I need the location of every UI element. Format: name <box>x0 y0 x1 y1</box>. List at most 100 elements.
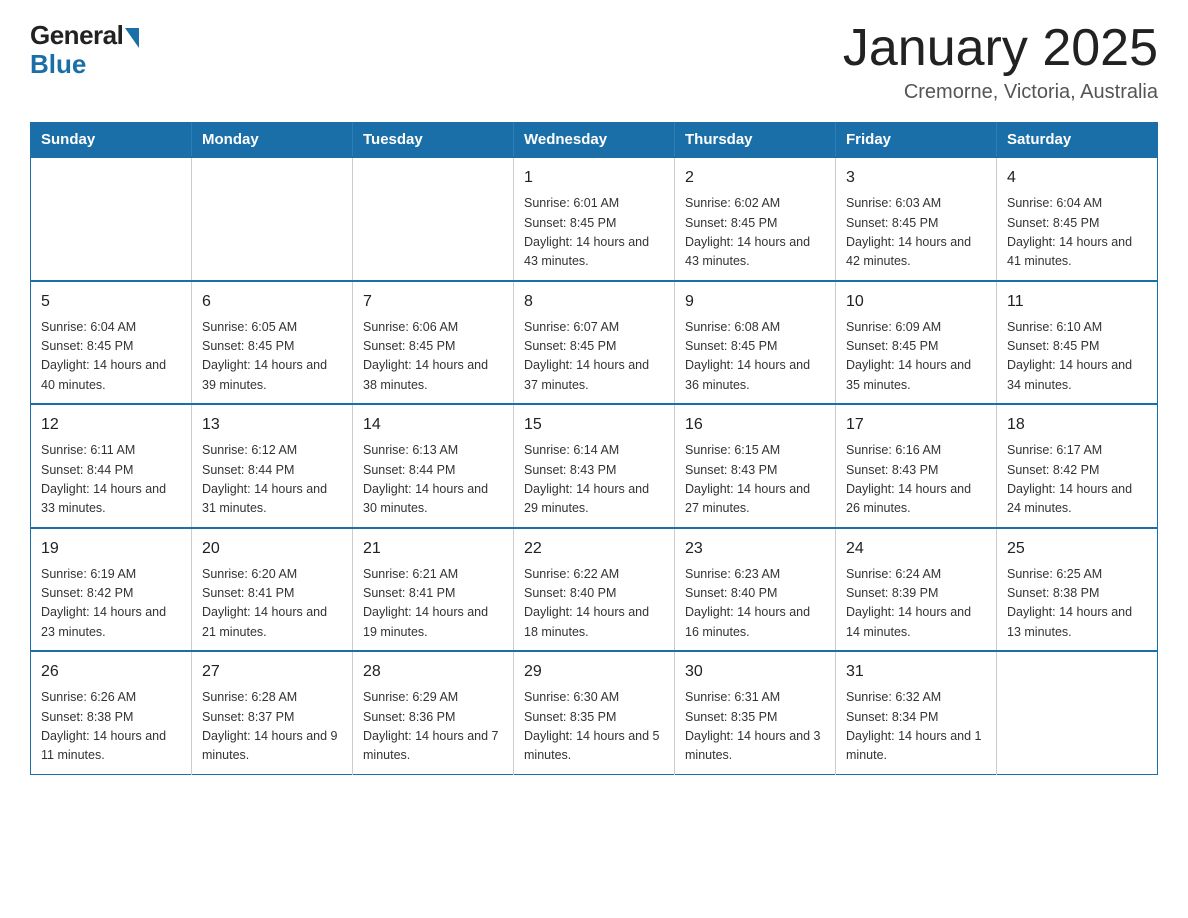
day-info: Sunrise: 6:03 AMSunset: 8:45 PMDaylight:… <box>846 194 986 272</box>
calendar-day-25: 25 Sunrise: 6:25 AMSunset: 8:38 PMDayligh… <box>997 528 1158 652</box>
calendar-day-22: 22 Sunrise: 6:22 AMSunset: 8:40 PMDayligh… <box>514 528 675 652</box>
calendar-day-13: 13 Sunrise: 6:12 AMSunset: 8:44 PMDayligh… <box>192 404 353 528</box>
calendar-day-15: 15Sunrise: 6:14 AMSunset: 8:43 PMDayligh… <box>514 404 675 528</box>
calendar-week-row-3: 12Sunrise: 6:11 AMSunset: 8:44 PMDayligh… <box>31 404 1158 528</box>
calendar-day-18: 18 Sunrise: 6:17 AMSunset: 8:42 PMDayligh… <box>997 404 1158 528</box>
calendar-day-14: 14 Sunrise: 6:13 AMSunset: 8:44 PMDayligh… <box>353 404 514 528</box>
day-number: 31 <box>846 660 986 684</box>
calendar-empty-cell <box>192 157 353 281</box>
day-number: 25 <box>1007 537 1147 561</box>
location-text: Cremorne, Victoria, Australia <box>843 81 1158 104</box>
day-number: 12 <box>41 413 181 437</box>
calendar-day-8: 8Sunrise: 6:07 AMSunset: 8:45 PMDaylight… <box>514 281 675 405</box>
calendar-body: 1Sunrise: 6:01 AMSunset: 8:45 PMDaylight… <box>31 157 1158 774</box>
calendar-header-cell-thursday: Thursday <box>675 123 836 158</box>
day-number: 27 <box>202 660 342 684</box>
calendar-header-cell-saturday: Saturday <box>997 123 1158 158</box>
day-number: 29 <box>524 660 664 684</box>
calendar-day-31: 31 Sunrise: 6:32 AMSunset: 8:34 PMDayligh… <box>836 651 997 774</box>
day-info: Sunrise: 6:17 AMSunset: 8:42 PMDaylight:… <box>1007 441 1147 519</box>
day-number: 8 <box>524 290 664 314</box>
day-number: 28 <box>363 660 503 684</box>
calendar-day-4: 4 Sunrise: 6:04 AMSunset: 8:45 PMDaylight… <box>997 157 1158 281</box>
calendar-header-row: SundayMondayTuesdayWednesdayThursdayFrid… <box>31 123 1158 158</box>
day-number: 1 <box>524 166 664 190</box>
calendar-day-16: 16 Sunrise: 6:15 AMSunset: 8:43 PMDayligh… <box>675 404 836 528</box>
day-number: 22 <box>524 537 664 561</box>
day-number: 4 <box>1007 166 1147 190</box>
calendar-day-5: 5Sunrise: 6:04 AMSunset: 8:45 PMDaylight… <box>31 281 192 405</box>
calendar-week-row-2: 5Sunrise: 6:04 AMSunset: 8:45 PMDaylight… <box>31 281 1158 405</box>
calendar-day-23: 23 Sunrise: 6:23 AMSunset: 8:40 PMDayligh… <box>675 528 836 652</box>
day-info: Sunrise: 6:22 AMSunset: 8:40 PMDaylight:… <box>524 565 664 643</box>
logo: General Blue <box>30 20 139 80</box>
day-number: 14 <box>363 413 503 437</box>
page-header: General Blue January 2025 Cremorne, Vict… <box>30 20 1158 104</box>
calendar-header-cell-monday: Monday <box>192 123 353 158</box>
day-info: Sunrise: 6:32 AMSunset: 8:34 PMDaylight:… <box>846 688 986 766</box>
calendar-day-9: 9 Sunrise: 6:08 AMSunset: 8:45 PMDaylight… <box>675 281 836 405</box>
calendar-day-12: 12Sunrise: 6:11 AMSunset: 8:44 PMDayligh… <box>31 404 192 528</box>
calendar-day-11: 11 Sunrise: 6:10 AMSunset: 8:45 PMDayligh… <box>997 281 1158 405</box>
day-number: 21 <box>363 537 503 561</box>
logo-general-text: General <box>30 20 123 51</box>
day-number: 23 <box>685 537 825 561</box>
calendar-week-row-1: 1Sunrise: 6:01 AMSunset: 8:45 PMDaylight… <box>31 157 1158 281</box>
calendar-header-cell-sunday: Sunday <box>31 123 192 158</box>
day-info: Sunrise: 6:15 AMSunset: 8:43 PMDaylight:… <box>685 441 825 519</box>
day-info: Sunrise: 6:31 AMSunset: 8:35 PMDaylight:… <box>685 688 825 766</box>
day-info: Sunrise: 6:28 AMSunset: 8:37 PMDaylight:… <box>202 688 342 766</box>
calendar-header-cell-friday: Friday <box>836 123 997 158</box>
calendar-header: SundayMondayTuesdayWednesdayThursdayFrid… <box>31 123 1158 158</box>
day-number: 26 <box>41 660 181 684</box>
day-number: 17 <box>846 413 986 437</box>
logo-blue-text: Blue <box>30 49 86 80</box>
day-info: Sunrise: 6:09 AMSunset: 8:45 PMDaylight:… <box>846 318 986 396</box>
day-info: Sunrise: 6:13 AMSunset: 8:44 PMDaylight:… <box>363 441 503 519</box>
calendar-day-28: 28 Sunrise: 6:29 AMSunset: 8:36 PMDayligh… <box>353 651 514 774</box>
calendar-empty-cell <box>353 157 514 281</box>
day-info: Sunrise: 6:16 AMSunset: 8:43 PMDaylight:… <box>846 441 986 519</box>
day-info: Sunrise: 6:06 AMSunset: 8:45 PMDaylight:… <box>363 318 503 396</box>
day-info: Sunrise: 6:10 AMSunset: 8:45 PMDaylight:… <box>1007 318 1147 396</box>
day-number: 13 <box>202 413 342 437</box>
day-number: 9 <box>685 290 825 314</box>
day-info: Sunrise: 6:24 AMSunset: 8:39 PMDaylight:… <box>846 565 986 643</box>
day-number: 10 <box>846 290 986 314</box>
day-info: Sunrise: 6:30 AMSunset: 8:35 PMDaylight:… <box>524 688 664 766</box>
calendar-day-26: 26 Sunrise: 6:26 AMSunset: 8:38 PMDayligh… <box>31 651 192 774</box>
calendar-table: SundayMondayTuesdayWednesdayThursdayFrid… <box>30 122 1158 775</box>
day-number: 7 <box>363 290 503 314</box>
day-info: Sunrise: 6:26 AMSunset: 8:38 PMDaylight:… <box>41 688 181 766</box>
day-info: Sunrise: 6:04 AMSunset: 8:45 PMDaylight:… <box>1007 194 1147 272</box>
day-info: Sunrise: 6:12 AMSunset: 8:44 PMDaylight:… <box>202 441 342 519</box>
calendar-day-20: 20Sunrise: 6:20 AMSunset: 8:41 PMDayligh… <box>192 528 353 652</box>
day-number: 11 <box>1007 290 1147 314</box>
day-info: Sunrise: 6:08 AMSunset: 8:45 PMDaylight:… <box>685 318 825 396</box>
calendar-empty-cell <box>997 651 1158 774</box>
day-info: Sunrise: 6:05 AMSunset: 8:45 PMDaylight:… <box>202 318 342 396</box>
calendar-day-17: 17 Sunrise: 6:16 AMSunset: 8:43 PMDayligh… <box>836 404 997 528</box>
day-info: Sunrise: 6:21 AMSunset: 8:41 PMDaylight:… <box>363 565 503 643</box>
day-info: Sunrise: 6:29 AMSunset: 8:36 PMDaylight:… <box>363 688 503 766</box>
calendar-header-cell-wednesday: Wednesday <box>514 123 675 158</box>
calendar-day-10: 10 Sunrise: 6:09 AMSunset: 8:45 PMDayligh… <box>836 281 997 405</box>
day-info: Sunrise: 6:25 AMSunset: 8:38 PMDaylight:… <box>1007 565 1147 643</box>
calendar-day-2: 2Sunrise: 6:02 AMSunset: 8:45 PMDaylight… <box>675 157 836 281</box>
calendar-empty-cell <box>31 157 192 281</box>
day-info: Sunrise: 6:02 AMSunset: 8:45 PMDaylight:… <box>685 194 825 272</box>
day-number: 18 <box>1007 413 1147 437</box>
calendar-week-row-5: 26 Sunrise: 6:26 AMSunset: 8:38 PMDayligh… <box>31 651 1158 774</box>
calendar-day-1: 1Sunrise: 6:01 AMSunset: 8:45 PMDaylight… <box>514 157 675 281</box>
day-info: Sunrise: 6:20 AMSunset: 8:41 PMDaylight:… <box>202 565 342 643</box>
day-number: 6 <box>202 290 342 314</box>
calendar-header-cell-tuesday: Tuesday <box>353 123 514 158</box>
calendar-day-7: 7 Sunrise: 6:06 AMSunset: 8:45 PMDaylight… <box>353 281 514 405</box>
day-number: 19 <box>41 537 181 561</box>
calendar-day-3: 3 Sunrise: 6:03 AMSunset: 8:45 PMDaylight… <box>836 157 997 281</box>
day-info: Sunrise: 6:23 AMSunset: 8:40 PMDaylight:… <box>685 565 825 643</box>
day-number: 3 <box>846 166 986 190</box>
day-number: 30 <box>685 660 825 684</box>
day-number: 16 <box>685 413 825 437</box>
calendar-day-19: 19Sunrise: 6:19 AMSunset: 8:42 PMDayligh… <box>31 528 192 652</box>
